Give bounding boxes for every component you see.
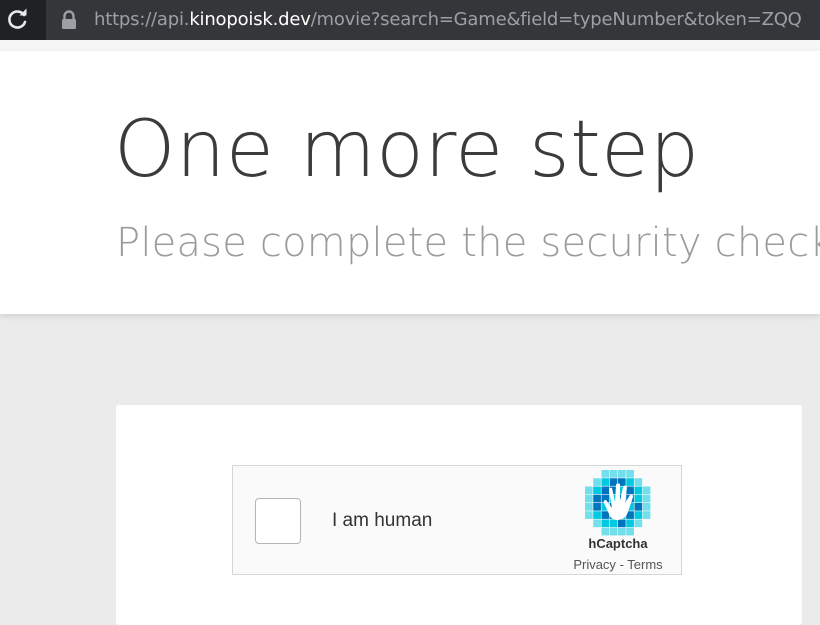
privacy-link[interactable]: Privacy xyxy=(573,557,616,572)
url-text[interactable]: https://api.kinopoisk.dev/movie?search=G… xyxy=(94,9,802,30)
hcaptcha-logo-icon xyxy=(585,470,651,536)
browser-address-bar: https://api.kinopoisk.dev/movie?search=G… xyxy=(0,0,820,51)
url-domain: kinopoisk.dev xyxy=(189,9,311,30)
url-path: /movie?search=Game&field=typeNumber&toke… xyxy=(310,9,802,30)
page-title: One more step xyxy=(114,105,700,195)
hcaptcha-brand: hCaptcha xyxy=(588,536,648,551)
security-check-card: I am human hCaptcha Privacy - Terms xyxy=(116,405,802,625)
url-prefix: https://api. xyxy=(94,9,190,30)
captcha-links: Privacy - Terms xyxy=(553,558,683,571)
reload-icon xyxy=(8,8,27,29)
captcha-label: I am human xyxy=(332,510,433,531)
reload-button[interactable] xyxy=(3,5,33,33)
page-subtitle: Please complete the security check to xyxy=(116,220,820,266)
page-header: One more step Please complete the securi… xyxy=(0,51,820,314)
address-field[interactable]: https://api.kinopoisk.dev/movie?search=G… xyxy=(46,0,820,40)
lock-icon xyxy=(62,10,76,29)
human-checkbox[interactable] xyxy=(255,498,301,544)
links-separator: - xyxy=(619,557,624,572)
terms-link[interactable]: Terms xyxy=(627,557,662,572)
hcaptcha-widget: I am human hCaptcha Privacy - Terms xyxy=(232,465,682,575)
